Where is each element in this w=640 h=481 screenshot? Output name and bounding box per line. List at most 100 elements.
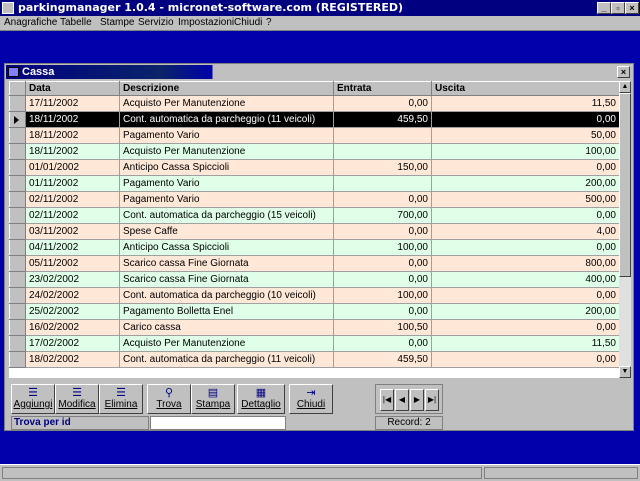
row-selector[interactable] <box>9 239 26 256</box>
column-header-entrata[interactable]: Entrata <box>333 81 432 96</box>
cell-data[interactable]: 01/11/2002 <box>25 175 120 192</box>
cell-descrizione[interactable]: Cont. automatica da parcheggio (10 veico… <box>119 287 334 304</box>
close-button[interactable]: × <box>625 2 639 14</box>
column-header-data[interactable]: Data <box>25 81 120 96</box>
cell-descrizione[interactable]: Carico cassa <box>119 319 334 336</box>
cell-entrata[interactable] <box>333 143 432 160</box>
cell-uscita[interactable]: 50,00 <box>431 127 619 144</box>
cassa-close-button[interactable]: × <box>617 66 630 78</box>
cell-descrizione[interactable]: Cont. automatica da parcheggio (11 veico… <box>119 351 334 368</box>
table-row[interactable]: 01/01/2002 Anticipo Cassa Spiccioli 150,00… <box>9 159 619 176</box>
cell-uscita[interactable]: 400,00 <box>431 271 619 288</box>
row-selector[interactable] <box>9 127 26 144</box>
next-record-icon[interactable]: ▶ <box>410 389 424 411</box>
menu-anagrafiche[interactable]: Anagrafiche <box>4 16 57 30</box>
cell-uscita[interactable]: 200,00 <box>431 175 619 192</box>
cell-descrizione[interactable]: Acquisto Per Manutenzione <box>119 143 334 160</box>
cell-data[interactable]: 02/11/2002 <box>25 191 120 208</box>
cell-uscita[interactable]: 0,00 <box>431 159 619 176</box>
cell-entrata[interactable]: 150,00 <box>333 159 432 176</box>
cell-entrata[interactable]: 100,50 <box>333 319 432 336</box>
cell-uscita[interactable]: 11,50 <box>431 335 619 352</box>
table-row[interactable]: 01/11/2002 Pagamento Vario 200,00 <box>9 175 619 192</box>
table-row[interactable]: 03/11/2002 Spese Caffe 0,00 4,00 <box>9 223 619 240</box>
table-row[interactable]: 17/11/2002 Acquisto Per Manutenzione 0,00 1… <box>9 95 619 112</box>
cell-entrata[interactable]: 0,00 <box>333 95 432 112</box>
cell-descrizione[interactable]: Scarico cassa Fine Giornata <box>119 271 334 288</box>
cell-descrizione[interactable]: Acquisto Per Manutenzione <box>119 95 334 112</box>
table-row[interactable]: 17/02/2002 Acquisto Per Manutenzione 0,00 1… <box>9 335 619 352</box>
cell-data[interactable]: 24/02/2002 <box>25 287 120 304</box>
cell-data[interactable]: 02/11/2002 <box>25 207 120 224</box>
prev-record-icon[interactable]: ◀ <box>395 389 409 411</box>
cell-uscita[interactable]: 11,50 <box>431 95 619 112</box>
cell-descrizione[interactable]: Cont. automatica da parcheggio (11 veico… <box>119 111 334 128</box>
row-selector[interactable] <box>9 287 26 304</box>
maximize-button[interactable]: ▫ <box>611 2 625 14</box>
menu-help[interactable]: ? <box>266 16 272 30</box>
table-row[interactable]: 02/11/2002 Cont. automatica da parcheggio… <box>9 207 619 224</box>
scroll-up-button[interactable]: ▲ <box>619 81 631 93</box>
cell-entrata[interactable]: 0,00 <box>333 191 432 208</box>
cell-data[interactable]: 04/11/2002 <box>25 239 120 256</box>
cell-entrata[interactable]: 0,00 <box>333 271 432 288</box>
table-row[interactable]: 04/11/2002 Anticipo Cassa Spiccioli 100,00… <box>9 239 619 256</box>
row-selector[interactable] <box>9 303 26 320</box>
table-row[interactable]: 18/02/2002 Cont. automatica da parcheggio… <box>9 351 619 368</box>
search-input[interactable] <box>150 416 286 430</box>
cell-entrata[interactable]: 459,50 <box>333 351 432 368</box>
cell-data[interactable]: 05/11/2002 <box>25 255 120 272</box>
cell-uscita[interactable]: 4,00 <box>431 223 619 240</box>
cell-descrizione[interactable]: Anticipo Cassa Spiccioli <box>119 159 334 176</box>
cell-descrizione[interactable]: Pagamento Bolletta Enel <box>119 303 334 320</box>
cell-uscita[interactable]: 0,00 <box>431 111 619 128</box>
cell-data[interactable]: 18/11/2002 <box>25 111 120 128</box>
cell-uscita[interactable]: 0,00 <box>431 207 619 224</box>
cell-uscita[interactable]: 0,00 <box>431 319 619 336</box>
row-selector[interactable] <box>9 223 26 240</box>
row-selector[interactable] <box>9 111 26 128</box>
cell-uscita[interactable]: 200,00 <box>431 303 619 320</box>
table-row[interactable]: 05/11/2002 Scarico cassa Fine Giornata 0,0… <box>9 255 619 272</box>
first-record-icon[interactable]: |◀ <box>380 389 394 411</box>
cell-descrizione[interactable]: Pagamento Vario <box>119 175 334 192</box>
cell-uscita[interactable]: 0,00 <box>431 351 619 368</box>
cell-entrata[interactable]: 100,00 <box>333 239 432 256</box>
scroll-down-button[interactable]: ▼ <box>619 366 631 378</box>
cell-entrata[interactable]: 0,00 <box>333 335 432 352</box>
row-selector[interactable] <box>9 175 26 192</box>
minimize-button[interactable]: _ <box>597 2 611 14</box>
cell-data[interactable]: 03/11/2002 <box>25 223 120 240</box>
table-row[interactable]: 18/11/2002 Cont. automatica da parcheggio… <box>9 111 619 128</box>
last-record-icon[interactable]: ▶| <box>425 389 439 411</box>
cell-data[interactable]: 18/11/2002 <box>25 143 120 160</box>
cell-uscita[interactable]: 0,00 <box>431 239 619 256</box>
cell-entrata[interactable] <box>333 175 432 192</box>
cell-data[interactable]: 17/02/2002 <box>25 335 120 352</box>
modifica-button[interactable]: ☰ Modifica <box>55 384 99 414</box>
row-selector[interactable] <box>9 143 26 160</box>
grid-vertical-scrollbar[interactable]: ▲ ▼ <box>619 81 631 378</box>
cell-descrizione[interactable]: Pagamento Vario <box>119 191 334 208</box>
table-row[interactable]: 18/11/2002 Acquisto Per Manutenzione 100,0… <box>9 143 619 160</box>
cell-data[interactable]: 17/11/2002 <box>25 95 120 112</box>
cell-descrizione[interactable]: Spese Caffe <box>119 223 334 240</box>
menu-servizio[interactable]: Servizio <box>138 16 174 30</box>
cell-descrizione[interactable]: Acquisto Per Manutenzione <box>119 335 334 352</box>
elimina-button[interactable]: ☰ Elimina <box>99 384 143 414</box>
menu-stampe[interactable]: Stampe <box>100 16 134 30</box>
cell-uscita[interactable]: 100,00 <box>431 143 619 160</box>
cell-entrata[interactable]: 459,50 <box>333 111 432 128</box>
row-selector[interactable] <box>9 271 26 288</box>
scroll-thumb[interactable] <box>619 93 631 277</box>
cell-entrata[interactable]: 0,00 <box>333 223 432 240</box>
row-selector[interactable] <box>9 159 26 176</box>
cell-data[interactable]: 16/02/2002 <box>25 319 120 336</box>
trova-button[interactable]: ⚲ Trova <box>147 384 191 414</box>
menu-tabelle[interactable]: Tabelle <box>60 16 92 30</box>
table-row[interactable]: 24/02/2002 Cont. automatica da parcheggio… <box>9 287 619 304</box>
table-row[interactable]: 25/02/2002 Pagamento Bolletta Enel 0,00 200… <box>9 303 619 320</box>
aggiungi-button[interactable]: ☰ Aggiungi <box>11 384 55 414</box>
menu-chiudi[interactable]: Chiudi <box>234 16 262 30</box>
cell-descrizione[interactable]: Scarico cassa Fine Giornata <box>119 255 334 272</box>
